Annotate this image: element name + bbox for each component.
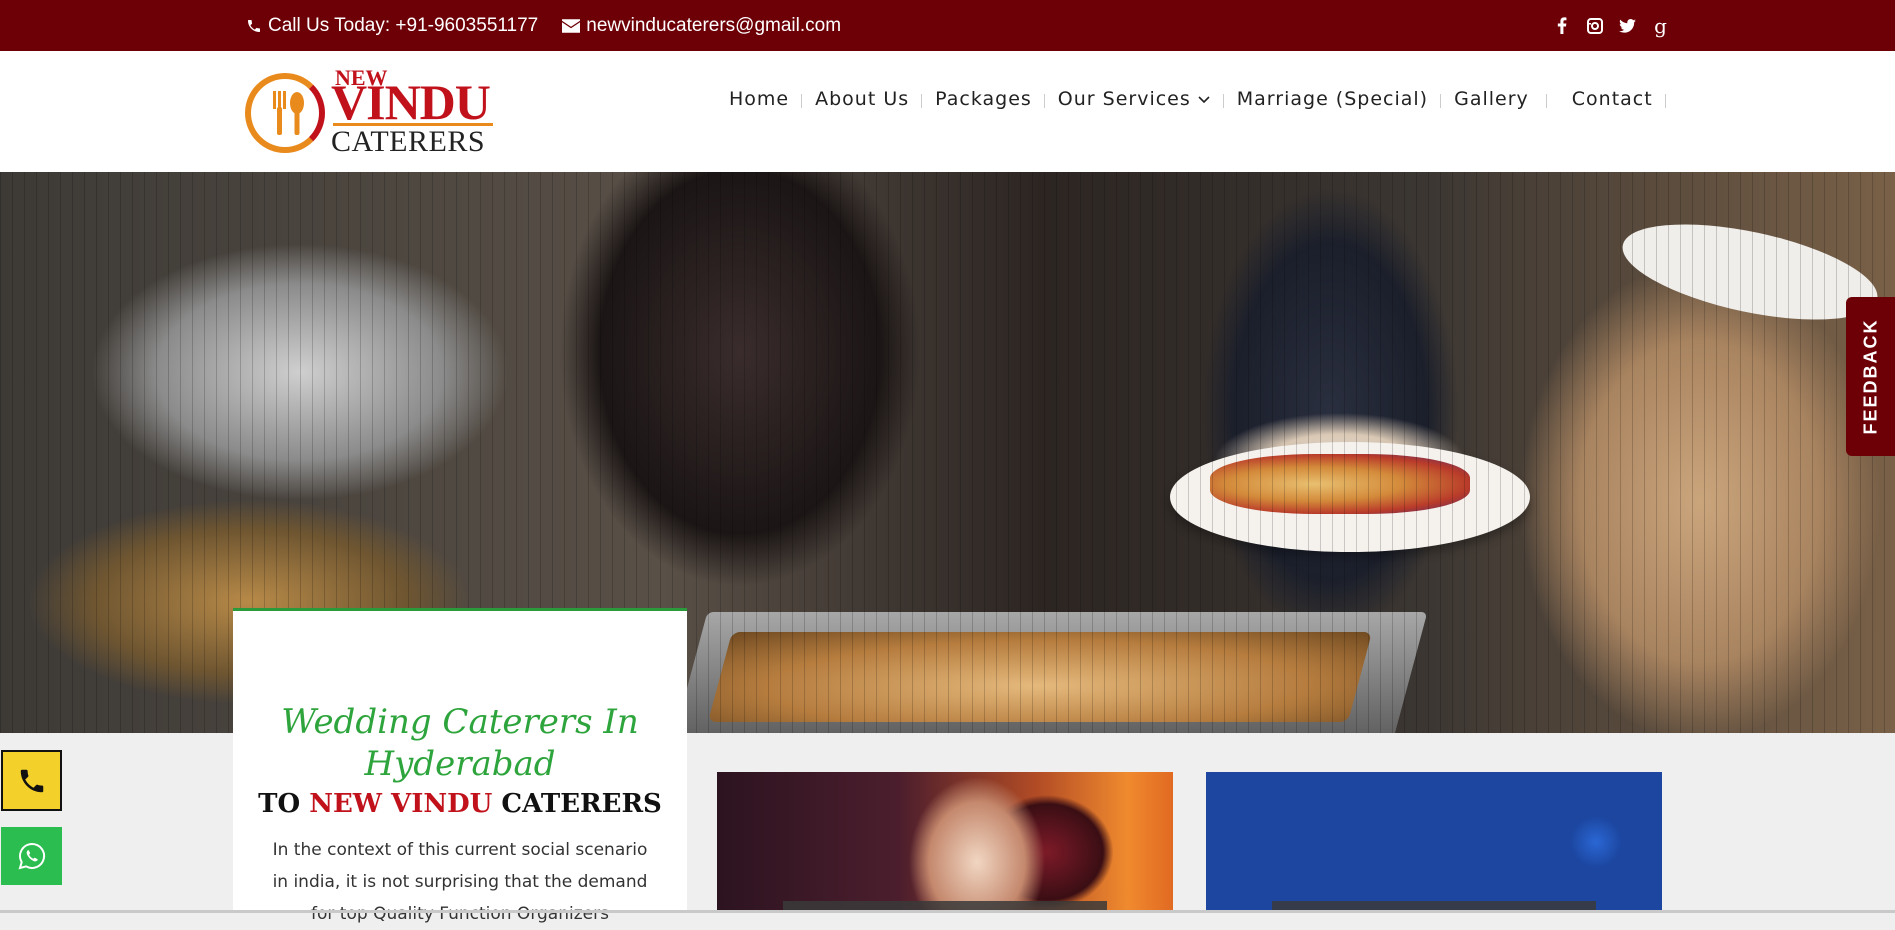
phone-icon bbox=[248, 19, 260, 32]
nav-our-services-label: Our Services bbox=[1057, 88, 1191, 110]
logo-vindu: VINDU bbox=[331, 74, 491, 130]
nav-gallery-label: Gallery bbox=[1454, 88, 1529, 110]
envelope-icon bbox=[562, 18, 581, 33]
fork-spoon-icon bbox=[273, 91, 304, 135]
nav-gallery[interactable]: Gallery bbox=[1441, 88, 1547, 110]
intro-sub-prefix: TO bbox=[258, 789, 310, 819]
google-plus-icon[interactable]: g bbox=[1644, 16, 1677, 36]
chevron-down-icon bbox=[1198, 96, 1210, 104]
whatsapp-button[interactable] bbox=[1, 827, 62, 885]
service-card-wedding[interactable] bbox=[717, 772, 1173, 913]
intro-body-text: In the context of this current social sc… bbox=[272, 840, 648, 924]
nav-contact[interactable]: Contact bbox=[1547, 88, 1666, 110]
main-nav: Home About Us Packages Our Services Marr… bbox=[716, 86, 1666, 112]
social-links: g bbox=[1545, 0, 1677, 51]
logo-caterers: CATERERS bbox=[331, 125, 486, 158]
phone-text: Call Us Today: +91-9603551177 bbox=[268, 14, 539, 36]
site-logo[interactable]: NEW VINDU CATERERS bbox=[243, 61, 498, 158]
email-text: newvinducaterers@gmail.com bbox=[586, 14, 842, 36]
nav-packages[interactable]: Packages bbox=[922, 88, 1045, 110]
nav-home[interactable]: Home bbox=[716, 88, 803, 110]
nav-about-us[interactable]: About Us bbox=[802, 88, 923, 110]
intro-sub-brand: NEW VINDU bbox=[309, 789, 493, 819]
email-contact[interactable]: newvinducaterers@gmail.com bbox=[562, 15, 841, 37]
top-bar: Call Us Today: +91-9603551177 newvinduca… bbox=[0, 0, 1895, 51]
phone-icon bbox=[20, 769, 43, 792]
phone-contact[interactable]: Call Us Today: +91-9603551177 bbox=[246, 15, 538, 37]
instagram-icon[interactable] bbox=[1578, 17, 1611, 34]
twitter-icon[interactable] bbox=[1611, 18, 1644, 33]
intro-card: Wedding Caterers In Hyderabad TO NEW VIN… bbox=[233, 608, 687, 924]
top-contact: Call Us Today: +91-9603551177 newvinduca… bbox=[246, 0, 865, 51]
intro-subheading: TO NEW VINDU CATERERS bbox=[233, 789, 687, 819]
site-header: NEW VINDU CATERERS Home About Us Package… bbox=[0, 51, 1895, 172]
nav-home-label: Home bbox=[729, 88, 790, 110]
logo-circle bbox=[245, 73, 325, 153]
feedback-tab[interactable]: FEEDBACK bbox=[1846, 297, 1895, 456]
nav-about-us-label: About Us bbox=[815, 88, 910, 110]
intro-sub-suffix: CATERERS bbox=[492, 789, 662, 819]
service-card-party[interactable] bbox=[1206, 772, 1662, 913]
facebook-icon[interactable] bbox=[1545, 17, 1578, 34]
nav-contact-label: Contact bbox=[1571, 88, 1653, 110]
nav-marriage-special-label: Marriage (Special) bbox=[1236, 88, 1429, 110]
call-button[interactable] bbox=[1, 750, 62, 811]
intro-heading: Wedding Caterers In Hyderabad bbox=[281, 702, 639, 784]
feedback-label: FEEDBACK bbox=[1860, 318, 1881, 435]
nav-our-services[interactable]: Our Services bbox=[1045, 88, 1224, 110]
nav-packages-label: Packages bbox=[935, 88, 1032, 110]
nav-marriage-special[interactable]: Marriage (Special) bbox=[1224, 88, 1442, 110]
whatsapp-icon bbox=[18, 842, 45, 870]
